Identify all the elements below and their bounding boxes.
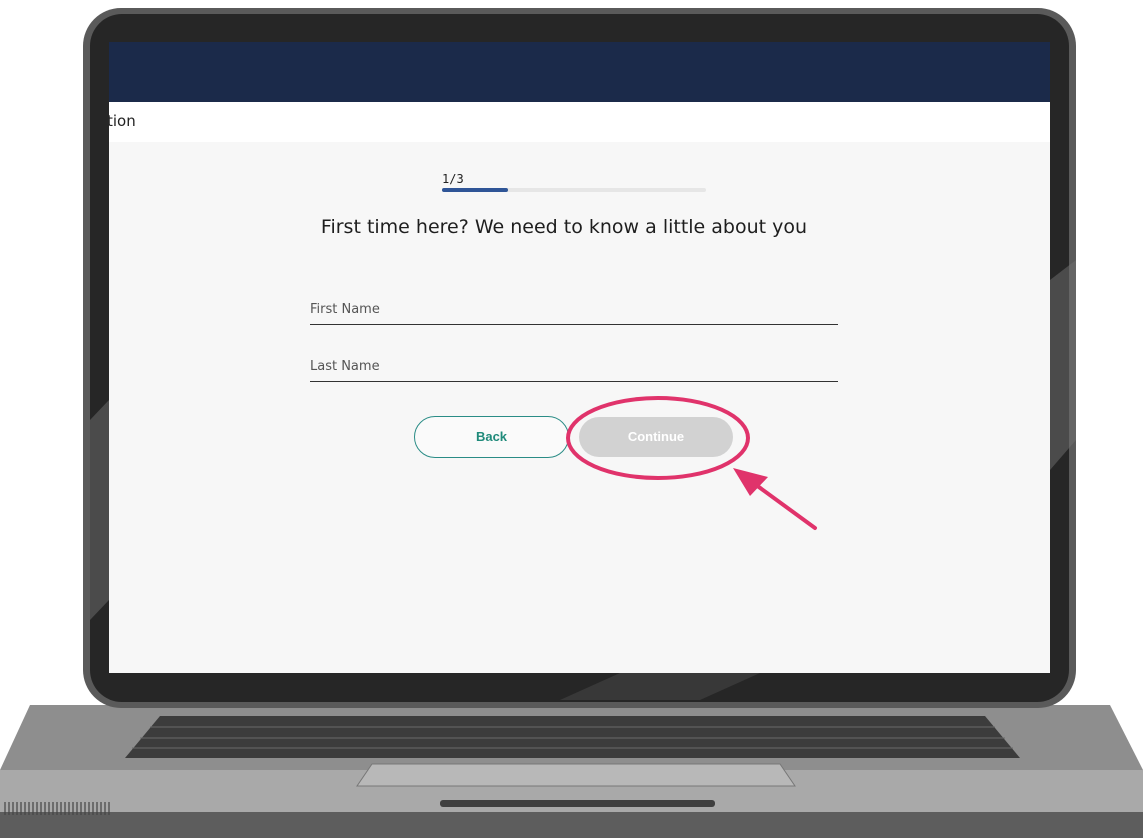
annotation-overlay — [566, 396, 817, 530]
highlight-circle — [566, 396, 750, 480]
arrow-shaft — [750, 480, 817, 530]
